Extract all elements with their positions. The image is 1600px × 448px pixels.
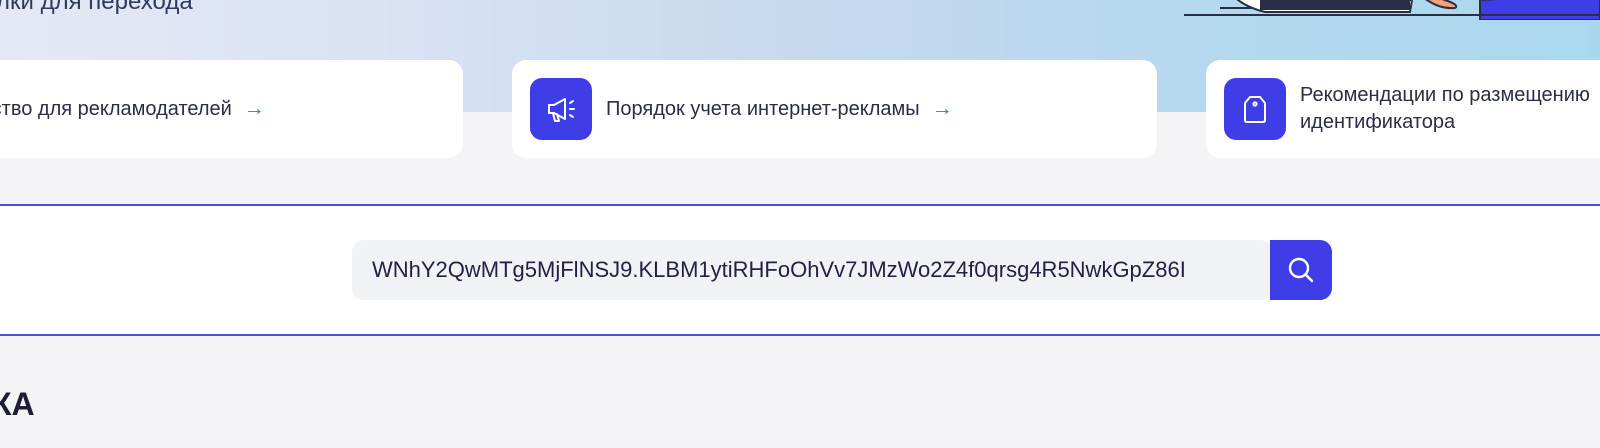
search-button[interactable] — [1270, 240, 1332, 300]
arrow-right-icon: → — [931, 97, 953, 120]
card-advertiser-guide[interactable]: дство для рекламодателей → — [0, 60, 463, 158]
section-heading: КА — [0, 386, 35, 422]
hero-subtitle: лки для перехода — [0, 0, 193, 15]
card-advertiser-guide-label: дство для рекламодателей — [0, 97, 232, 120]
arrow-right-icon: → — [243, 97, 265, 120]
search-section — [0, 204, 1600, 336]
card-ad-accounting[interactable]: Порядок учета интернет-рекламы → — [512, 60, 1157, 158]
hero-divider — [1184, 14, 1600, 16]
search-icon — [1288, 257, 1314, 283]
card-identifier-recommendations-label: Рекомендации по размещению идентификатор… — [1300, 84, 1590, 133]
card-identifier-recommendations[interactable]: Рекомендации по размещению идентификатор… — [1206, 60, 1600, 158]
megaphone-icon — [530, 78, 592, 140]
card-ad-accounting-label: Порядок учета интернет-рекламы — [606, 97, 920, 120]
hero-illustration — [1220, 0, 1600, 20]
tag-icon — [1224, 78, 1286, 140]
search-field[interactable] — [352, 240, 1272, 300]
search-input[interactable] — [352, 240, 1270, 300]
